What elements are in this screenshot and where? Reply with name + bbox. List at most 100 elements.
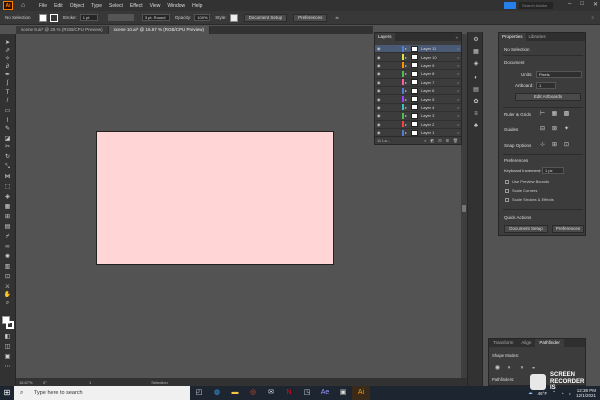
stroke-swatch[interactable] [49,13,58,22]
ruler-icon[interactable]: ⊢ [539,111,546,118]
artboard-tool-icon[interactable]: ⊡ [3,274,12,281]
scale-strokes-checkbox[interactable]: Scale Strokes & Effects [505,197,554,202]
layer-target-icon[interactable]: ○ [457,88,459,93]
swatches-panel-icon[interactable]: ▤ [472,86,480,94]
layer-name[interactable]: Layer 9 [421,63,457,68]
layer-name[interactable]: Layer 3 [421,113,457,118]
visibility-eye-icon[interactable]: ◉ [377,71,383,76]
lasso-icon[interactable]: ∂ [3,64,12,71]
layer-row[interactable]: ◉ ▸ Layer 11 ○ [375,45,461,54]
menu-help[interactable]: Help [192,3,202,9]
layer-row[interactable]: ◉ ▸ Layer 6 ○ [375,87,461,96]
stroke-color-swatch[interactable] [6,321,14,329]
column-graph-icon[interactable]: ▥ [3,264,12,271]
scale-corners-checkbox[interactable]: Scale Corners [505,188,537,193]
visibility-eye-icon[interactable]: ◉ [377,55,383,60]
layer-row[interactable]: ◉ ▸ Layer 8 ○ [375,70,461,79]
layer-name[interactable]: Layer 6 [421,88,457,93]
snap-point-icon[interactable]: ⊹ [539,142,546,149]
hand-tool-icon[interactable]: ✋ [3,292,12,299]
layer-name[interactable]: Layer 7 [421,80,457,85]
shape-builder-icon[interactable]: ◈ [3,194,12,201]
minimize-icon[interactable]: – [568,1,571,8]
eraser-icon[interactable]: ◪ [3,136,12,143]
artboard-select[interactable]: 1 [536,82,556,89]
perspective-grid-icon[interactable]: ▦ [3,204,12,211]
zoom-level[interactable]: 16.67% [19,380,35,385]
menu-view[interactable]: View [150,3,161,9]
brush-field[interactable]: 3 pt. Round [141,14,170,21]
intersect-icon[interactable]: ◑ [518,365,525,372]
curvature-tool-icon[interactable]: ∫ [3,80,12,87]
direct-selection-tool-icon[interactable]: ⇗ [3,48,12,55]
layer-target-icon[interactable]: ○ [457,122,459,127]
windows-start-icon[interactable]: ⊞ [0,386,14,400]
expand-arrow-icon[interactable]: ▸ [405,88,410,93]
layer-row[interactable]: ◉ ▸ Layer 10 ○ [375,53,461,62]
paintbrush-icon[interactable]: ⌇ [3,118,12,125]
draw-mode-icon[interactable]: ◫ [3,344,12,351]
opacity-field[interactable]: 100% [194,14,211,21]
expand-arrow-icon[interactable]: ▸ [405,71,410,76]
make-clipping-mask-icon[interactable]: ◩ [430,138,434,143]
tab-properties[interactable]: Properties [499,33,526,41]
visibility-eye-icon[interactable]: ◉ [377,63,383,68]
tab-align[interactable]: Align [517,339,535,347]
layer-row[interactable]: ◉ ▸ Layer 2 ○ [375,121,461,129]
layer-row[interactable]: ◉ ▸ Layer 7 ○ [375,79,461,87]
rotation-value[interactable]: 0° [43,380,53,385]
libraries-panel-icon[interactable]: ▦ [472,48,480,56]
keyboard-increment-field[interactable]: 1 px [542,167,564,174]
menu-object[interactable]: Object [70,3,84,9]
eyedropper-icon[interactable]: ⌿ [3,234,12,241]
mail-icon[interactable]: ✉ [262,386,280,400]
layer-target-icon[interactable]: ○ [457,46,459,51]
tab-libraries[interactable]: Libraries [526,33,549,41]
layers-panel-icon[interactable]: ◈ [472,60,480,68]
expand-arrow-icon[interactable]: ▸ [405,55,410,60]
rotate-tool-icon[interactable]: ↻ [3,154,12,161]
slice-tool-icon[interactable]: ⚔ [3,284,12,291]
grid-icon[interactable]: ▦ [551,111,558,118]
locate-object-icon[interactable]: ⌕ [424,138,426,143]
chrome-icon[interactable]: ◎ [244,386,262,400]
symbols-panel-icon[interactable]: ♣ [472,122,480,130]
layer-row[interactable]: ◉ ▸ Layer 9 ○ [375,62,461,71]
layer-name[interactable]: Layer 2 [421,122,457,127]
show-guides-icon[interactable]: ⊟ [539,126,546,133]
expand-arrow-icon[interactable]: ▸ [405,63,410,68]
scrollbar-thumb[interactable] [462,205,466,212]
layer-row[interactable]: ◉ ▸ Layer 5 ○ [375,95,461,104]
close-icon[interactable]: ✕ [593,1,598,8]
magic-wand-icon[interactable]: ✧ [3,56,12,63]
layer-target-icon[interactable]: ○ [457,113,459,118]
checkbox-box[interactable] [505,188,509,193]
help-search-input[interactable]: Search Adobe Help [519,2,553,15]
artboard-navigator[interactable]: 1 [89,380,91,385]
zoom-tool-icon[interactable]: ⌕ [3,300,12,307]
maximize-icon[interactable]: □ [580,1,584,8]
fill-swatch[interactable] [38,13,47,22]
quick-document-setup-button[interactable]: Document Setup [504,225,548,233]
expand-arrow-icon[interactable]: ▸ [405,113,410,118]
width-tool-icon[interactable]: ⋈ [3,174,12,181]
visibility-eye-icon[interactable]: ◉ [377,130,383,135]
layer-name[interactable]: Layer 5 [421,97,457,102]
layer-target-icon[interactable]: ○ [457,63,459,68]
scale-tool-icon[interactable]: ⤡ [3,164,12,171]
quick-preferences-button[interactable]: Preferences [552,225,584,233]
stroke-panel-icon[interactable]: ≡ [472,110,480,118]
visibility-eye-icon[interactable]: ◉ [377,97,383,102]
tab-scene-10[interactable]: scene 10.ai* @ 16.67 % (RGB/CPU Preview) [108,26,210,34]
pencil-icon[interactable]: ✎ [3,126,12,133]
expand-arrow-icon[interactable]: ▸ [405,130,410,135]
tab-pathfinder[interactable]: Pathfinder [535,339,564,347]
free-transform-icon[interactable]: ⬚ [3,184,12,191]
layer-name[interactable]: Layer 1 [421,130,457,135]
expand-arrow-icon[interactable]: ▸ [405,97,410,102]
screen-mode-icon[interactable]: ▣ [3,354,12,361]
visibility-eye-icon[interactable]: ◉ [377,46,383,51]
layer-target-icon[interactable]: ○ [457,97,459,102]
brushes-panel-icon[interactable]: ✿ [472,98,480,106]
task-view-icon[interactable]: ◰ [190,386,208,400]
